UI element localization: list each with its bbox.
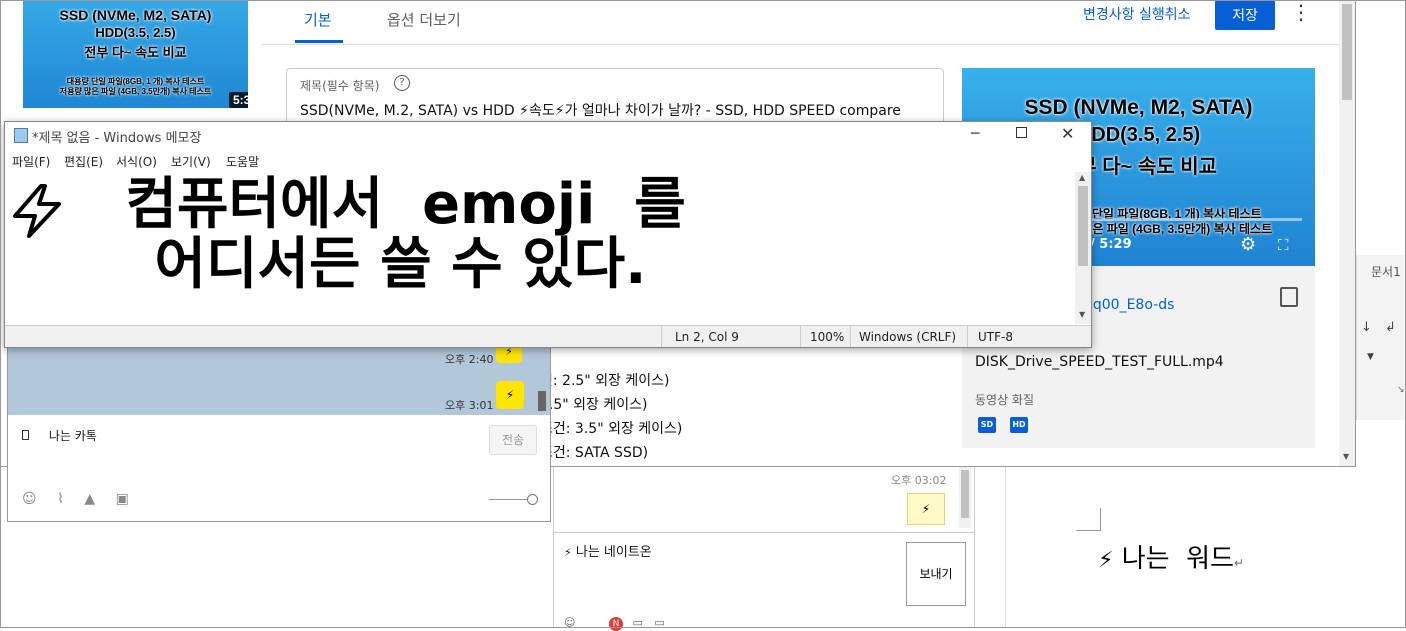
hd-badge: HD (1010, 417, 1028, 433)
notepad-editor[interactable]: 컴퓨터에서 emoji 를 어디서든 쓸 수 있다. (5, 172, 1075, 324)
player-thumb-line-1: SSD (NVMe, M2, SATA) (1024, 96, 1253, 119)
notepad-menubar: 파일(F) 편집(E) 서식(O) 보기(V) 도움말 (5, 150, 1091, 170)
kakao-chat-area: 오후 2:40 ⚡︎ 오후 3:01 ⚡︎ (8, 341, 550, 415)
image-icon[interactable]: ▭ (654, 616, 664, 629)
word-margin-mark (1076, 508, 1101, 531)
settings-gear-icon[interactable]: ⚙ (1240, 234, 1256, 255)
kakaotalk-window: 오후 2:40 ⚡︎ 오후 3:01 ⚡︎ 나는 카톡 전송 ☺ ⌇ ▲ ▣ (7, 341, 551, 522)
notepad-app-icon (14, 128, 28, 143)
player-time: / 5:29 (1090, 237, 1132, 252)
copy-icon[interactable] (1280, 287, 1298, 307)
status-position: Ln 2, Col 9 (675, 330, 739, 344)
studio-topbar: 기본 옵션 더보기 변경사항 실행취소 저장 ⋮ (262, 0, 1339, 45)
kakao-time: 오후 2:40 (445, 353, 494, 366)
calendar-icon[interactable]: ▣ (116, 491, 129, 507)
word-line: ⚡︎ 나는 워드↵ (1098, 544, 1244, 574)
nateon-send-button[interactable]: 보내기 (906, 542, 966, 606)
more-vert-icon[interactable]: ⋮ (1291, 2, 1311, 22)
kakao-scrollbar[interactable] (538, 391, 546, 411)
nateon-window: 오후 03:02 ⚡︎ ⚡︎ 나는 네이트온 보내기 ☺ N ▭ ▭ (553, 466, 975, 631)
help-icon[interactable]: ? (394, 75, 410, 91)
kakao-send-label: 전송 (501, 433, 525, 447)
title-field-label: 제목(필수 항목) (300, 79, 380, 93)
status-encoding: UTF-8 (978, 330, 1013, 344)
paragraph-mark-icon[interactable]: ↲ (1385, 320, 1396, 335)
description-area[interactable]: 건: 2.5" 외장 케이스) 2.5" 외장 케이스) 조건: 3.5" 외장… (540, 370, 940, 466)
notepad-title: *제목 없음 - Windows 메모장 (32, 131, 202, 146)
video-link[interactable]: bq00_E8o-ds (1084, 297, 1174, 313)
kakao-message-bubble: ⚡︎ (496, 381, 524, 409)
nate-badge-icon[interactable]: N (608, 617, 623, 631)
status-line-ending: Windows (CRLF) (859, 330, 957, 344)
lightning-icon: ⚡︎ (1098, 548, 1114, 573)
thumb-line-5: 저용량 많은 파일 (4GB, 3.5만개) 복사 테스트 (59, 87, 212, 96)
nateon-send-label: 보내기 (919, 567, 953, 581)
word-text: 나는 워드 (1113, 544, 1234, 574)
notepad-titlebar[interactable]: *제목 없음 - Windows 메모장 ─ ✕ (5, 122, 1091, 149)
nateon-toolbar: ☺ N ▭ ▭ (564, 616, 824, 631)
thumb-line-2: HDD(3.5, 2.5) (95, 25, 176, 40)
nateon-scrollbar[interactable] (959, 466, 971, 528)
notepad-statusbar: Ln 2, Col 9 100% Windows (CRLF) UTF-8 (5, 325, 1091, 347)
emoticon-icon[interactable]: ☺ (22, 491, 37, 507)
nateon-input[interactable]: ⚡︎ 나는 네이트온 (564, 541, 652, 560)
menu-edit[interactable]: 편집(E) (64, 153, 103, 170)
filename: DISK_Drive_SPEED_TEST_FULL.mp4 (975, 354, 1224, 370)
save-button[interactable]: 저장 (1215, 0, 1275, 30)
dropdown-arrow-icon[interactable]: ▼ (1367, 352, 1374, 362)
kakao-input-text: 나는 카톡 (48, 429, 97, 443)
sort-icon[interactable]: ↓ (1361, 320, 1372, 335)
word-ribbon-label: 문서1 (1371, 265, 1401, 279)
file-icon[interactable]: ▭ (632, 616, 642, 629)
notepad-vscroll[interactable]: ▲ ▼ (1075, 172, 1091, 324)
title-field-value: SSD(NVMe, M.2, SATA) vs HDD ⚡속도⚡가 얼마나 차이… (300, 103, 901, 119)
close-icon[interactable]: ✕ (1061, 124, 1074, 143)
video-duration: 5:30 (229, 92, 248, 108)
status-zoom: 100% (810, 330, 845, 344)
description-line: 2.5" 외장 케이스) (540, 397, 648, 413)
kakao-toolbar: ☺ ⌇ ▲ ▣ (22, 491, 129, 507)
kakao-send-button[interactable]: 전송 (489, 425, 537, 455)
save-label: 저장 (1232, 8, 1258, 24)
video-thumbnail-small[interactable]: SSD (NVMe, M2, SATA) HDD(3.5, 2.5) 전부 다~… (23, 0, 248, 108)
dialog-launcher-icon[interactable]: ↘ (1397, 385, 1405, 395)
attach-file-icon[interactable]: ⌇ (57, 491, 64, 507)
lightning-icon (13, 184, 61, 238)
maximize-icon[interactable] (1016, 127, 1027, 138)
minimize-icon[interactable]: ─ (971, 126, 979, 142)
player-progress-bar[interactable] (1092, 218, 1302, 221)
kakao-input[interactable]: 나는 카톡 (22, 427, 97, 444)
image-icon[interactable]: ▲ (84, 491, 95, 507)
cursor-box-icon (22, 430, 29, 440)
notepad-window: *제목 없음 - Windows 메모장 ─ ✕ 파일(F) 편집(E) 서식(… (4, 121, 1092, 348)
thumb-line-3: 전부 다~ 속도 비교 (84, 45, 187, 60)
nateon-time: 오후 03:02 (891, 474, 947, 487)
sd-badge: SD (978, 417, 996, 433)
description-line: 조건: SATA SSD) (540, 445, 649, 461)
nateon-input-text: 나는 네이트온 (575, 545, 652, 560)
notepad-line-2: 어디서든 쓸 수 있다. (135, 232, 647, 297)
word-ribbon-strip: 문서1 ↓ ↲ ▼ ↘ (1356, 255, 1406, 420)
description-line: 조건: 3.5" 외장 케이스) (540, 421, 683, 437)
menu-file[interactable]: 파일(F) (12, 153, 50, 170)
emoticon-icon[interactable]: ☺ (564, 616, 575, 629)
undo-changes-button[interactable]: 변경사항 실행취소 (1083, 4, 1191, 24)
kakao-opacity-slider[interactable] (489, 494, 538, 505)
fullscreen-icon[interactable]: ⛶ (1278, 236, 1289, 254)
menu-help[interactable]: 도움말 (226, 153, 259, 170)
menu-format[interactable]: 서식(O) (116, 153, 157, 170)
nateon-divider (554, 532, 974, 533)
lightning-icon: ⚡︎ (564, 546, 572, 559)
kakao-time: 오후 3:01 (445, 399, 494, 412)
studio-scrollbar[interactable]: ▼ (1339, 0, 1355, 466)
tab-more-options[interactable]: 옵션 더보기 (387, 9, 461, 30)
nateon-message-bubble: ⚡︎ (907, 493, 945, 525)
description-line: 건: 2.5" 외장 케이스) (540, 373, 670, 389)
tab-active-indicator (295, 40, 343, 43)
tab-basic[interactable]: 기본 (304, 9, 332, 30)
quality-label: 동영상 화질 (975, 393, 1035, 407)
menu-view[interactable]: 보기(V) (171, 153, 211, 170)
thumb-line-1: SSD (NVMe, M2, SATA) (59, 7, 212, 23)
notepad-line-1: 컴퓨터에서 emoji 를 (67, 172, 686, 237)
